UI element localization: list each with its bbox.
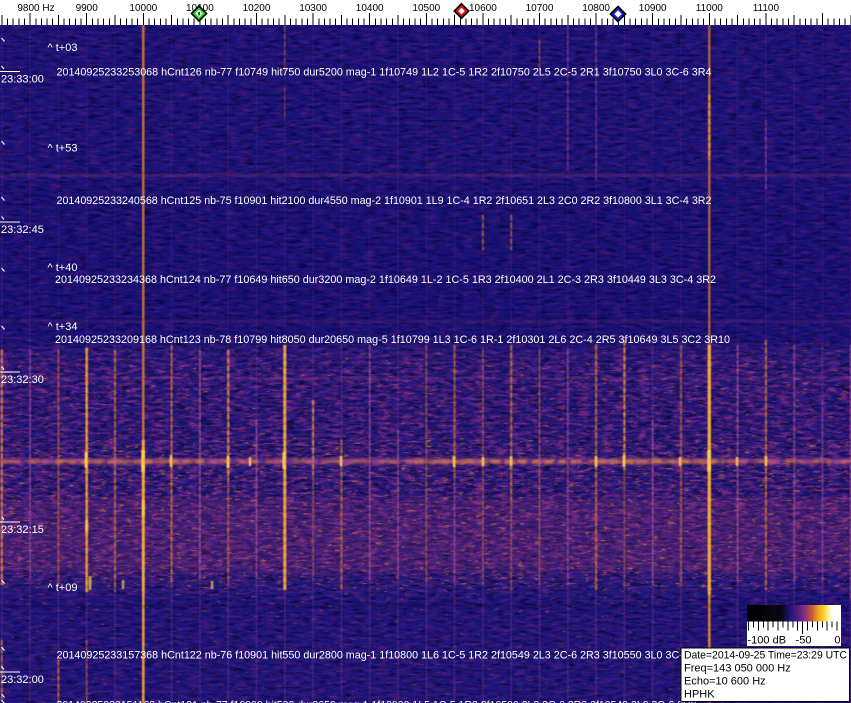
- svg-text:10600: 10600: [469, 3, 497, 14]
- svg-text:10200: 10200: [243, 3, 271, 14]
- svg-text:^ t+34: ^ t+34: [48, 321, 78, 333]
- svg-text:^ t+09: ^ t+09: [48, 582, 78, 594]
- svg-text:-100 dB: -100 dB: [748, 635, 787, 647]
- svg-text:23:32:30: 23:32:30: [1, 374, 44, 386]
- svg-text:10500: 10500: [412, 3, 440, 14]
- svg-text:^ t+53: ^ t+53: [48, 143, 78, 155]
- svg-text:11100: 11100: [753, 3, 780, 14]
- svg-text:^ t+40: ^ t+40: [48, 262, 78, 274]
- svg-text:9800 Hz: 9800 Hz: [17, 3, 54, 14]
- svg-text:9900: 9900: [76, 3, 99, 14]
- svg-text:20140925233209168 hCnt123 nb-7: 20140925233209168 hCnt123 nb-78 f10799 h…: [55, 334, 730, 346]
- svg-text:Freq=143 050 000 Hz: Freq=143 050 000 Hz: [684, 662, 791, 674]
- svg-text:10900: 10900: [639, 3, 667, 14]
- svg-text:HPHK: HPHK: [684, 688, 715, 700]
- svg-text:10400: 10400: [356, 3, 384, 14]
- svg-text:20140925233151168 hCnt121 nb-7: 20140925233151168 hCnt121 nb-77 f10900 h…: [57, 700, 697, 703]
- svg-text:10800: 10800: [582, 3, 610, 14]
- svg-text:23:32:00: 23:32:00: [1, 674, 44, 686]
- svg-text:11000: 11000: [696, 3, 724, 14]
- svg-text:20140925233240568 hCnt125 nb-7: 20140925233240568 hCnt125 nb-75 f10901 h…: [57, 195, 712, 207]
- svg-text:23:33:00: 23:33:00: [1, 74, 44, 86]
- svg-text:^ t+03: ^ t+03: [48, 42, 78, 54]
- svg-text:-50: -50: [796, 635, 812, 647]
- svg-text:Echo=10 600 Hz: Echo=10 600 Hz: [684, 675, 766, 687]
- svg-text:20140925233157368 hCnt122 nb-7: 20140925233157368 hCnt122 nb-76 f10901 h…: [57, 650, 712, 662]
- svg-text:20140925233253068 hCnt126 nb-7: 20140925233253068 hCnt126 nb-77 f10749 h…: [57, 67, 712, 79]
- svg-text:Date=2014-09-25 Time=23:29 UTC: Date=2014-09-25 Time=23:29 UTC: [684, 649, 847, 661]
- svg-text:10700: 10700: [526, 3, 554, 14]
- svg-text:0: 0: [834, 635, 840, 647]
- svg-text:23:32:15: 23:32:15: [1, 524, 44, 536]
- svg-text:20140925233234368 hCnt124 nb-7: 20140925233234368 hCnt124 nb-77 f10649 h…: [55, 274, 716, 286]
- svg-text:10000: 10000: [129, 3, 157, 14]
- svg-text:23:32:45: 23:32:45: [1, 224, 44, 236]
- svg-text:10300: 10300: [299, 3, 327, 14]
